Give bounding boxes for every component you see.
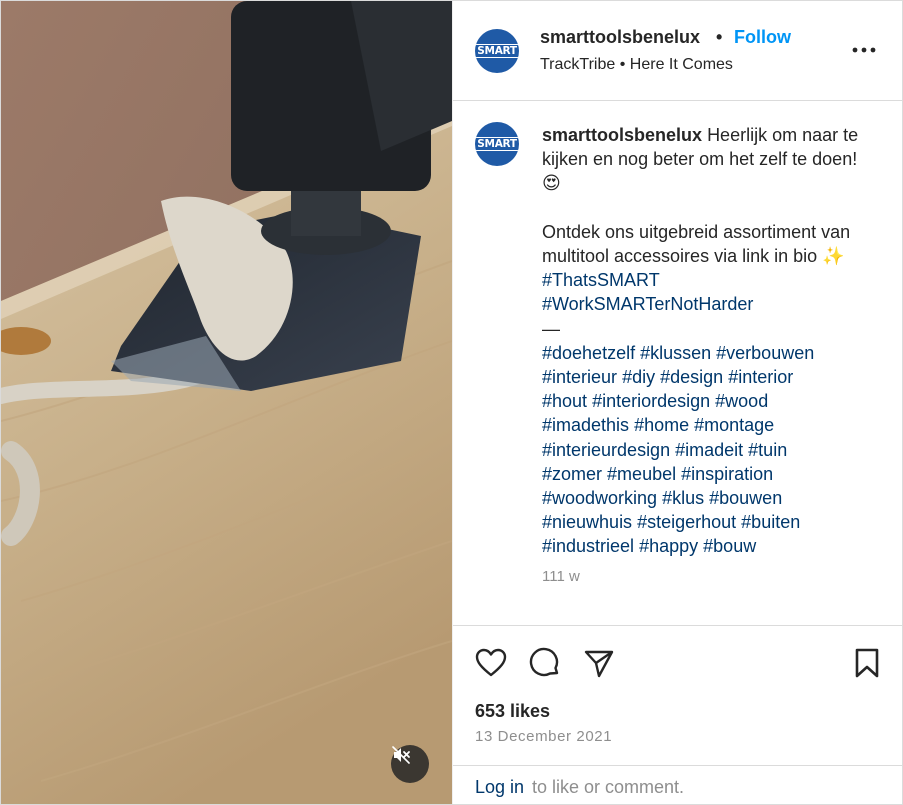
share-icon (584, 650, 614, 678)
profile-avatar[interactable]: SMART (475, 29, 519, 73)
hashtag-line: #imadethis #home #montage (542, 413, 862, 437)
post-side-panel: SMART smarttoolsbenelux • Follow TrackTr… (452, 1, 902, 804)
hashtag-link[interactable]: #home (634, 415, 689, 435)
audio-artist[interactable]: TrackTribe (540, 56, 615, 73)
hashtag-link[interactable]: #interior (728, 367, 793, 387)
hashtag-link[interactable]: #design (660, 367, 723, 387)
more-options-button[interactable] (849, 37, 879, 63)
share-button[interactable] (581, 645, 617, 681)
audio-title[interactable]: Here It Comes (630, 56, 733, 73)
hashtag-link[interactable]: #nieuwhuis (542, 512, 632, 532)
comment-button[interactable] (527, 645, 563, 681)
video-frame-image (1, 1, 452, 804)
hashtag-line: #WorkSMARTerNotHarder (542, 292, 862, 316)
hashtag-line: #industrieel #happy #bouw (542, 534, 862, 558)
more-options-icon (852, 47, 876, 53)
post-header: SMART smarttoolsbenelux • Follow TrackTr… (453, 1, 902, 101)
hashtag-link[interactable]: #klus (662, 488, 704, 508)
hashtag-link[interactable]: #steigerhout (637, 512, 736, 532)
hashtag-link[interactable]: #wood (715, 391, 768, 411)
header-separator: • (716, 27, 723, 47)
comment-icon (529, 647, 559, 677)
bookmark-icon (855, 648, 879, 678)
hashtag-link[interactable]: #montage (694, 415, 774, 435)
hashtag-link[interactable]: #hout (542, 391, 587, 411)
hashtag-link[interactable]: #inspiration (681, 464, 773, 484)
hashtag-line: #interieurdesign #imadeit #tuin (542, 438, 862, 462)
hashtag-link[interactable]: #tuin (748, 440, 787, 460)
hashtag-link[interactable]: #WorkSMARTerNotHarder (542, 294, 753, 314)
hashtag-line: #doehetzelf #klussen #verbouwen (542, 341, 862, 365)
hashtag-link[interactable]: #ThatsSMART (542, 270, 660, 290)
hashtag-link[interactable]: #bouwen (709, 488, 782, 508)
login-prompt: Log in to like or comment. (453, 765, 902, 804)
hashtag-line: #interieur #diy #design #interior (542, 365, 862, 389)
hashtag-link[interactable]: #meubel (607, 464, 676, 484)
hashtag-link[interactable]: #buiten (741, 512, 800, 532)
heart-icon (475, 648, 507, 677)
avatar-logo-text: SMART (476, 44, 518, 58)
post-video[interactable] (1, 1, 452, 804)
audio-separator: • (619, 56, 626, 73)
caption-username-link[interactable]: smarttoolsbenelux (542, 125, 702, 145)
caption-dash: — (542, 318, 560, 339)
caption-avatar[interactable]: SMART (475, 122, 519, 166)
hashtag-link[interactable]: #klussen (640, 343, 711, 363)
likes-count[interactable]: 653 likes (475, 701, 550, 722)
hashtag-link[interactable]: #woodworking (542, 488, 657, 508)
post-age[interactable]: 111 w (542, 565, 862, 589)
hashtag-link[interactable]: #industrieel (542, 536, 634, 556)
hashtag-line: #zomer #meubel #inspiration (542, 462, 862, 486)
post-date: 13 December 2021 (475, 728, 613, 745)
save-button[interactable] (851, 645, 883, 681)
caption-text: smarttoolsbenelux Heerlijk om naar te ki… (542, 123, 862, 589)
login-prompt-text: to like or comment. (532, 777, 685, 797)
login-link[interactable]: Log in (475, 777, 524, 798)
hashtag-line: #nieuwhuis #steigerhout #buiten (542, 510, 862, 534)
speaker-muted-icon (392, 746, 410, 764)
hashtag-link[interactable]: #zomer (542, 464, 602, 484)
hashtag-link[interactable]: #interiordesign (592, 391, 710, 411)
hashtag-link[interactable]: #diy (622, 367, 655, 387)
mute-button[interactable] (391, 745, 429, 783)
post-dialog: SMART smarttoolsbenelux • Follow TrackTr… (0, 0, 903, 805)
caption-area: SMART smarttoolsbenelux Heerlijk om naar… (453, 101, 902, 625)
like-button[interactable] (473, 646, 509, 680)
hashtag-link[interactable]: #imadeit (675, 440, 743, 460)
audio-attribution[interactable]: TrackTribe • Here It Comes (540, 56, 733, 74)
hashtag-link[interactable]: #verbouwen (716, 343, 814, 363)
follow-button[interactable]: Follow (734, 27, 791, 48)
post-actions: 653 likes 13 December 2021 Log in to lik… (453, 625, 902, 804)
hashtag-link[interactable]: #interieurdesign (542, 440, 670, 460)
hashtag-link[interactable]: #bouw (703, 536, 756, 556)
caption-line-2: Ontdek ons uitgebreid assortiment van mu… (542, 221, 851, 266)
hashtag-line: #ThatsSMART (542, 268, 862, 292)
hashtag-link[interactable]: #happy (639, 536, 698, 556)
hashtag-link[interactable]: #doehetzelf (542, 343, 635, 363)
avatar-logo-text: SMART (476, 137, 518, 151)
header-username-link[interactable]: smarttoolsbenelux (540, 27, 700, 48)
hashtag-line: #woodworking #klus #bouwen (542, 486, 862, 510)
hashtag-link[interactable]: #interieur (542, 367, 617, 387)
hashtag-link[interactable]: #imadethis (542, 415, 629, 435)
hashtag-line: #hout #interiordesign #wood (542, 389, 862, 413)
